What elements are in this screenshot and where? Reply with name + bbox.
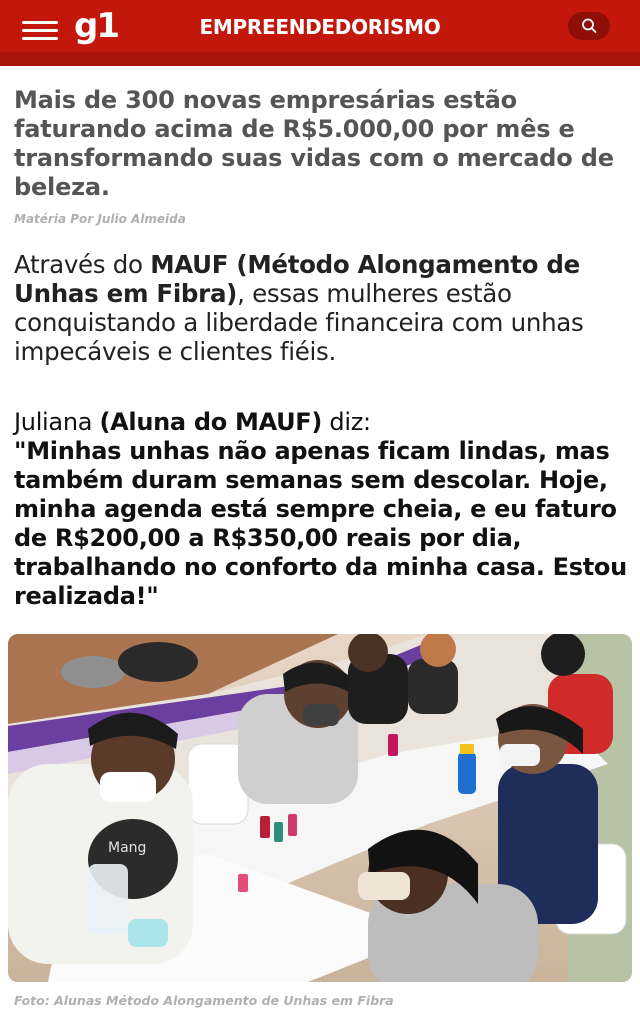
testimonial-quote: "Minhas unhas não apenas ficam lindas, m…	[14, 437, 627, 610]
search-button[interactable]	[568, 12, 610, 40]
nail-class-photo-illustration: Mang	[8, 634, 632, 982]
article-photo: Mang	[8, 634, 632, 982]
header-shadow-strip	[0, 52, 640, 66]
article-byline: Matéria Por Julio Almeida	[14, 212, 186, 226]
photo-caption: Foto: Alunas Método Alongamento de Unhas…	[14, 993, 394, 1008]
testimonial-block: Juliana (Aluna do MAUF) diz: "Minhas unh…	[14, 408, 628, 611]
article-lead: Através do MAUF (Método Alongamento de U…	[14, 250, 628, 366]
search-icon	[582, 18, 597, 33]
testimonial-verb: diz:	[322, 408, 371, 436]
apron-text: Mang	[108, 840, 146, 856]
g1-logo[interactable]: g1	[74, 6, 120, 46]
hamburger-menu-icon[interactable]	[22, 17, 58, 43]
testimonial-attribution: Juliana (Aluna do MAUF) diz:	[14, 408, 628, 437]
section-title: EMPREENDEDORISMO	[199, 15, 441, 39]
top-navigation-bar: g1 EMPREENDEDORISMO	[0, 0, 640, 52]
testimonial-role: (Aluna do MAUF)	[99, 408, 323, 436]
testimonial-name: Juliana	[14, 408, 100, 436]
lead-prefix: Através do	[14, 250, 151, 279]
article-headline: Mais de 300 novas empresárias estão fatu…	[14, 86, 614, 201]
